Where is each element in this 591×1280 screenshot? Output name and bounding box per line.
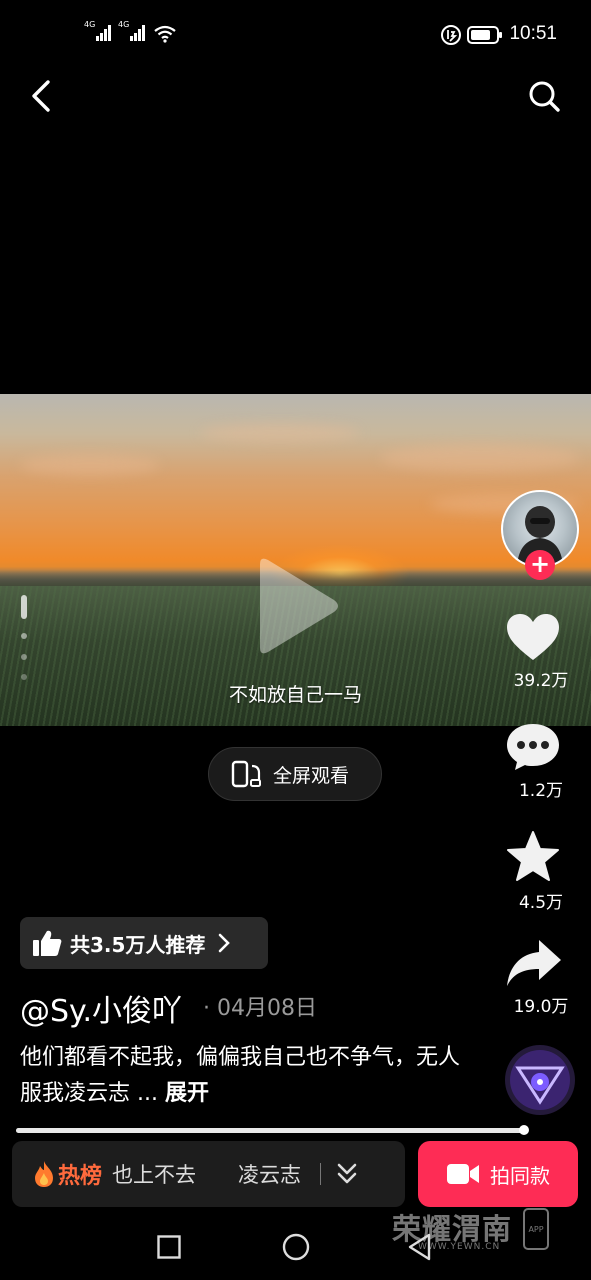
watermark-app-icon: APP (522, 1208, 550, 1250)
comment-button[interactable]: 1.2万 (505, 722, 577, 801)
favorite-count: 4.5万 (518, 893, 564, 913)
side-indicator (20, 595, 28, 685)
share-count: 19.0万 (513, 997, 569, 1017)
chevron-left-icon[interactable] (22, 76, 62, 116)
hot-label: 热榜 (58, 1164, 103, 1189)
like-button[interactable]: 39.2万 (505, 612, 577, 691)
author-avatar-group[interactable]: + (501, 490, 579, 580)
hot-divider (320, 1163, 322, 1185)
video-subtitle: 不如放自己一马 (228, 684, 362, 706)
video-camera-icon (446, 1162, 480, 1186)
video-cloud (200, 424, 360, 442)
comment-icon (505, 722, 577, 772)
flame-icon (32, 1160, 56, 1188)
data-saver-icon (440, 24, 462, 46)
fullscreen-label: 全屏观看 (273, 764, 350, 787)
recent-apps-icon[interactable] (157, 1235, 181, 1259)
star-icon (505, 830, 577, 884)
battery-icon (467, 25, 503, 45)
rotate-screen-icon (231, 759, 263, 789)
search-icon[interactable] (524, 76, 564, 116)
follow-button[interactable]: + (525, 550, 555, 580)
shoot-same-button[interactable]: 拍同款 (418, 1141, 578, 1207)
double-chevron-down-icon[interactable] (335, 1161, 359, 1187)
shoot-same-label: 拍同款 (490, 1163, 550, 1188)
comment-count: 1.2万 (518, 781, 564, 801)
watermark-app-label: APP (528, 1225, 543, 1234)
expand-button[interactable]: 展开 (165, 1081, 209, 1106)
hot-list-bar[interactable]: 热榜 也上不去 凌云志 (12, 1141, 405, 1207)
video-cloud (20, 454, 160, 476)
music-disc-icon[interactable] (504, 1044, 576, 1116)
share-button[interactable]: 19.0万 (505, 938, 577, 1017)
hot-item[interactable]: 凌云志 (238, 1159, 308, 1189)
wifi-icon (153, 24, 177, 44)
post-caption: 他们都看不起我，偏偏我自己也不争气，无人服我凌云志 ... 展开 (20, 1040, 460, 1112)
recommend-label: 共3.5万人推荐 (70, 932, 206, 957)
home-icon[interactable] (282, 1233, 310, 1261)
share-arrow-icon (505, 938, 577, 988)
like-count: 39.2万 (513, 671, 569, 691)
hot-item[interactable]: 也上不去 (112, 1159, 212, 1189)
heart-icon (505, 612, 577, 662)
recommend-pill[interactable]: 共3.5万人推荐 (20, 917, 268, 969)
progress-fill (16, 1128, 523, 1133)
watermark-url: WWW.YEWN.CN (418, 1242, 501, 1252)
author-name[interactable]: @Sy.小俊吖 (20, 986, 182, 1030)
video-cloud (380, 444, 580, 472)
post-date: · 04月08日 (203, 996, 317, 1021)
fullscreen-button[interactable]: 全屏观看 (208, 747, 382, 801)
play-icon[interactable] (252, 556, 342, 656)
progress-bar[interactable] (16, 1128, 528, 1133)
chevron-right-icon (217, 932, 231, 954)
status-time: 10:51 (509, 23, 557, 44)
favorite-button[interactable]: 4.5万 (505, 830, 577, 913)
progress-handle[interactable] (519, 1125, 529, 1135)
status-bar: 4G 4G 10:51 (84, 20, 557, 46)
thumbs-up-icon (32, 929, 62, 957)
caption-text: 他们都看不起我，偏偏我自己也不争气，无人服我凌云志 ... (20, 1045, 461, 1106)
